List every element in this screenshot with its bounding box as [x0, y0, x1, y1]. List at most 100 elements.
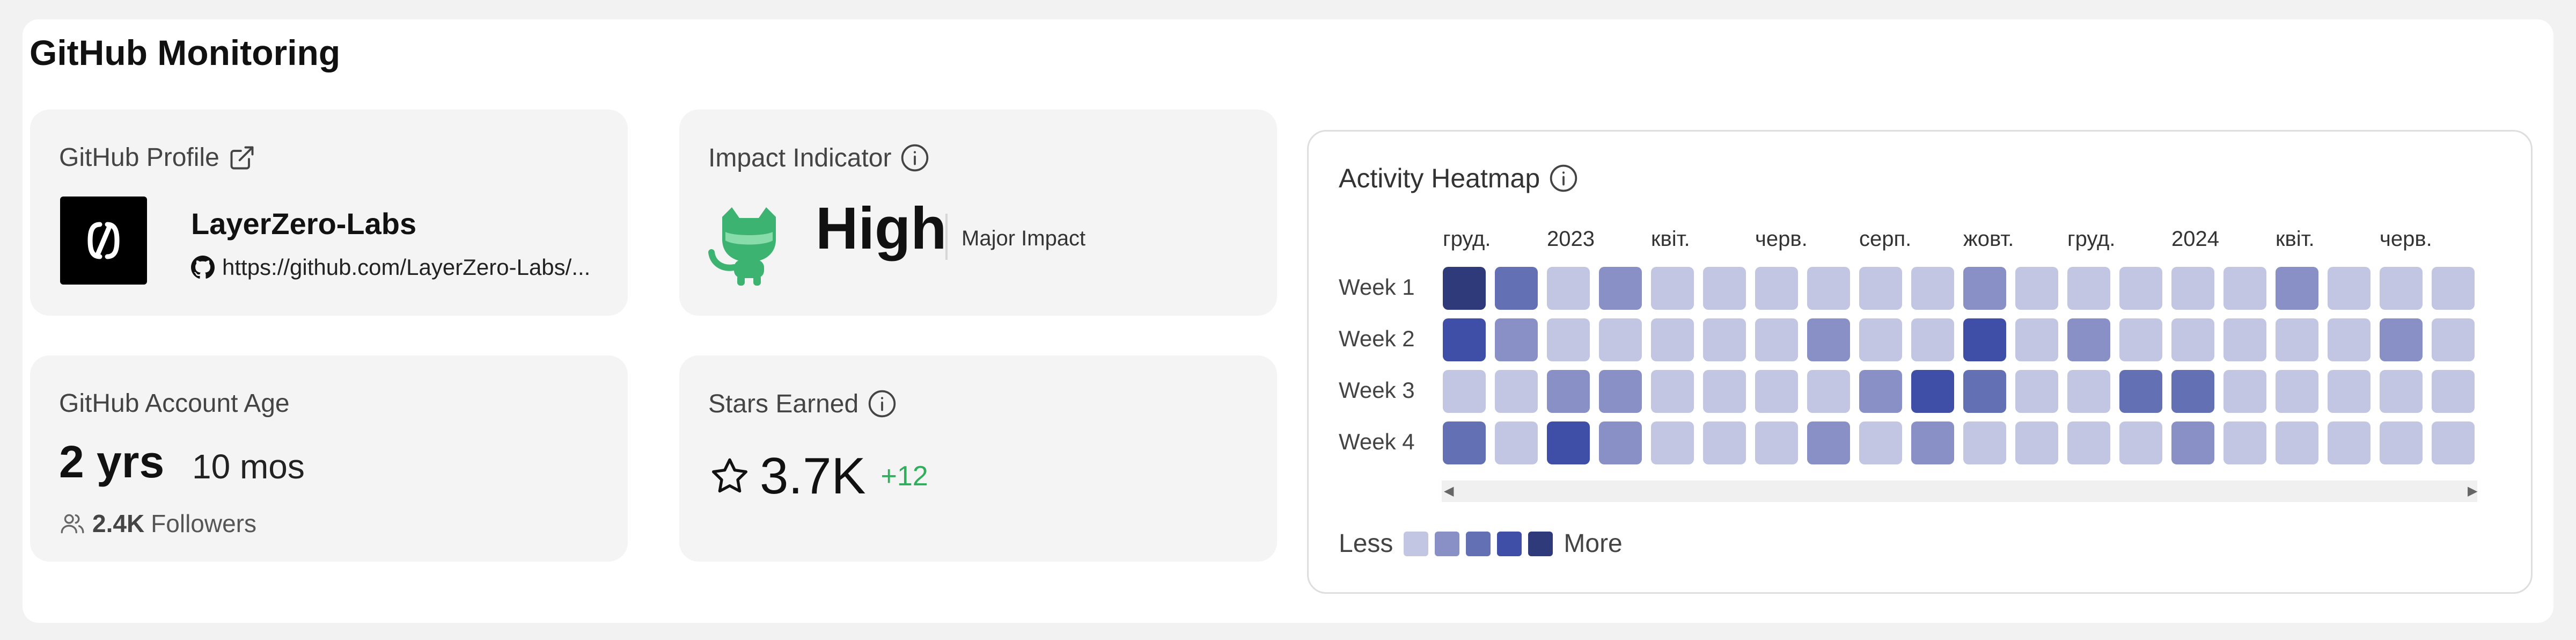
external-link-icon[interactable] — [228, 144, 256, 172]
heatmap-cell[interactable] — [1755, 267, 1798, 310]
heatmap-cell[interactable] — [2015, 318, 2058, 361]
heatmap-cell[interactable] — [1755, 421, 1798, 464]
account-age-years: 2 yrs — [59, 437, 165, 487]
heatmap-cell[interactable] — [2328, 421, 2370, 464]
heatmap-cell[interactable] — [2067, 370, 2110, 413]
heatmap-cell[interactable] — [2223, 267, 2266, 310]
heatmap-cell[interactable] — [2171, 421, 2214, 464]
heatmap-cell[interactable] — [2432, 267, 2475, 310]
activity-heatmap-card: Activity Heatmap груд. 2023 квіт. черв. серп… — [1307, 130, 2533, 594]
heatmap-cell[interactable] — [1703, 267, 1746, 310]
heatmap-cell[interactable] — [1443, 267, 1486, 310]
heatmap-month-label: груд. — [1443, 227, 1491, 251]
heatmap-cell[interactable] — [1443, 318, 1486, 361]
heatmap-cell[interactable] — [2380, 318, 2423, 361]
heatmap-cell[interactable] — [1547, 370, 1590, 413]
heatmap-cell[interactable] — [1651, 318, 1694, 361]
scroll-left-arrow-icon[interactable]: ◀ — [1444, 481, 1454, 502]
heatmap-cell[interactable] — [2119, 370, 2162, 413]
heatmap-cell[interactable] — [2432, 318, 2475, 361]
heatmap-cell[interactable] — [2015, 421, 2058, 464]
heatmap-cell[interactable] — [2223, 421, 2266, 464]
heatmap-cell[interactable] — [2432, 370, 2475, 413]
heatmap-cell[interactable] — [1911, 421, 1954, 464]
heatmap-month-label: квіт. — [2276, 227, 2315, 251]
info-icon[interactable] — [867, 389, 897, 419]
heatmap-cell[interactable] — [2276, 318, 2318, 361]
heatmap-cell[interactable] — [2328, 318, 2370, 361]
heatmap-cell[interactable] — [2067, 318, 2110, 361]
heatmap-cell[interactable] — [1599, 318, 1642, 361]
heatmap-cell[interactable] — [1807, 370, 1850, 413]
heatmap-cell[interactable] — [2171, 267, 2214, 310]
heatmap-cell[interactable] — [1859, 370, 1902, 413]
heatmap-cell[interactable] — [2015, 267, 2058, 310]
heatmap-cell[interactable] — [2119, 267, 2162, 310]
heatmap-cell[interactable] — [1807, 318, 1850, 361]
heatmap-cell[interactable] — [1495, 267, 1538, 310]
heatmap-cell[interactable] — [1703, 318, 1746, 361]
heatmap-cell[interactable] — [1547, 267, 1590, 310]
heatmap-cell[interactable] — [2432, 421, 2475, 464]
heatmap-cell[interactable] — [1599, 267, 1642, 310]
heatmap-cell[interactable] — [2067, 421, 2110, 464]
heatmap-cell[interactable] — [2067, 267, 2110, 310]
heatmap-cell[interactable] — [2380, 370, 2423, 413]
heatmap-cell[interactable] — [1911, 318, 1954, 361]
heatmap-cell[interactable] — [1651, 421, 1694, 464]
heatmap-cell[interactable] — [1495, 318, 1538, 361]
heatmap-cell[interactable] — [2380, 267, 2423, 310]
heatmap-cell[interactable] — [2015, 370, 2058, 413]
scroll-right-arrow-icon[interactable]: ▶ — [2468, 481, 2477, 502]
heatmap-cell[interactable] — [1599, 421, 1642, 464]
heatmap-cell[interactable] — [1495, 370, 1538, 413]
github-profile-card[interactable]: GitHub Profile LayerZero-Labs https://gi… — [30, 110, 628, 316]
github-profile-label-row[interactable]: GitHub Profile — [59, 143, 256, 172]
info-icon[interactable] — [1548, 163, 1579, 193]
heatmap-cell[interactable] — [2119, 318, 2162, 361]
heatmap-cell[interactable] — [1703, 421, 1746, 464]
heatmap-cell[interactable] — [1859, 267, 1902, 310]
heatmap-cell[interactable] — [2223, 318, 2266, 361]
heatmap-cell[interactable] — [1651, 370, 1694, 413]
heatmap-cell[interactable] — [1963, 370, 2006, 413]
heatmap-cell[interactable] — [2328, 267, 2370, 310]
org-url-link[interactable]: https://github.com/LayerZero-Labs/... — [191, 254, 590, 280]
heatmap-cell[interactable] — [1859, 318, 1902, 361]
heatmap-cell[interactable] — [1443, 370, 1486, 413]
info-icon[interactable] — [900, 143, 930, 173]
account-age-months: 10 mos — [192, 447, 305, 486]
heatmap-cell[interactable] — [1755, 370, 1798, 413]
heatmap-cell[interactable] — [1547, 318, 1590, 361]
heatmap-cell[interactable] — [1911, 267, 1954, 310]
heatmap-cell[interactable] — [2328, 370, 2370, 413]
heatmap-cell[interactable] — [1495, 421, 1538, 464]
heatmap-cell[interactable] — [1703, 370, 1746, 413]
heatmap-month-label: 2024 — [2171, 227, 2219, 251]
heatmap-cell[interactable] — [1651, 267, 1694, 310]
heatmap-cell[interactable] — [1807, 421, 1850, 464]
heatmap-cell[interactable] — [2276, 421, 2318, 464]
heatmap-scrollbar[interactable] — [1442, 481, 2477, 502]
heatmap-cell[interactable] — [1963, 421, 2006, 464]
account-age-card: GitHub Account Age 2 yrs 10 mos 2.4K Fol… — [30, 355, 628, 562]
users-icon — [61, 514, 84, 534]
heatmap-cell[interactable] — [2223, 370, 2266, 413]
heatmap-cell[interactable] — [1443, 421, 1486, 464]
heatmap-cell[interactable] — [1807, 267, 1850, 310]
legend-swatches — [1404, 531, 1553, 556]
heatmap-cell[interactable] — [1859, 421, 1902, 464]
heatmap-cell[interactable] — [1755, 318, 1798, 361]
heatmap-cell[interactable] — [2380, 421, 2423, 464]
heatmap-cell[interactable] — [2171, 370, 2214, 413]
heatmap-cell[interactable] — [2276, 267, 2318, 310]
heatmap-cell[interactable] — [1963, 267, 2006, 310]
heatmap-cell[interactable] — [1547, 421, 1590, 464]
legend-swatch — [1435, 531, 1460, 556]
heatmap-cell[interactable] — [1599, 370, 1642, 413]
heatmap-cell[interactable] — [2171, 318, 2214, 361]
heatmap-cell[interactable] — [1963, 318, 2006, 361]
heatmap-cell[interactable] — [2276, 370, 2318, 413]
heatmap-cell[interactable] — [2119, 421, 2162, 464]
heatmap-cell[interactable] — [1911, 370, 1954, 413]
